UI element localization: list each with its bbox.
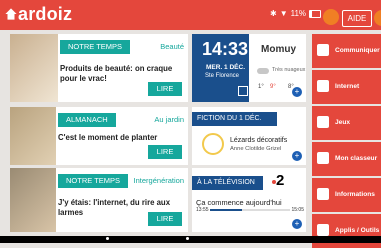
menu-item-informations[interactable]: Informations	[312, 178, 381, 212]
tv-end-time: 15:05	[291, 207, 304, 213]
weather-card[interactable]: 14:33 MER. 1 DÉC. Ste Florence Momuy Trè…	[192, 34, 306, 102]
home-nav-dot[interactable]	[186, 237, 189, 240]
card-image	[10, 34, 58, 102]
bluetooth-icon: ✱	[270, 9, 277, 18]
folder-icon	[317, 152, 329, 164]
menu-item-internet[interactable]: Internet	[312, 70, 381, 104]
fiction-card[interactable]: FICTION DU 1 DÉC. Lézards décoratifs Ann…	[192, 107, 306, 165]
tools-icon	[317, 224, 329, 236]
card-image	[10, 168, 56, 232]
read-button[interactable]: LIRE	[148, 212, 182, 226]
card-image	[10, 107, 56, 165]
menu-label: Internet	[335, 83, 360, 90]
menu-item-classeur[interactable]: Mon classeur	[312, 142, 381, 176]
menu-label: Applis / Outils	[335, 227, 380, 234]
current-date: MER. 1 DÉC.	[206, 64, 246, 71]
top-bar: ardoiz ✱ ▼ 11% AIDE	[0, 0, 381, 30]
wifi-icon: ▼	[279, 9, 288, 18]
menu-item-jeux[interactable]: Jeux	[312, 106, 381, 140]
tv-tag: À LA TÉLÉVISION	[192, 176, 263, 190]
battery-text: 11%	[290, 9, 307, 18]
tv-channel: 2	[276, 172, 285, 189]
temperature-high: 9°	[270, 84, 276, 90]
tv-card[interactable]: À LA TÉLÉVISION 2 Ça commence aujourd'hu…	[192, 168, 306, 232]
tv-program-title: Ça commence aujourd'hui	[196, 198, 282, 207]
brand-logo: ardoiz	[18, 4, 73, 24]
news-card[interactable]: NOTRE TEMPS Beauté Produits de beauté: o…	[10, 34, 188, 102]
card-category: Au jardin	[154, 115, 184, 124]
dice-icon	[317, 116, 329, 128]
news-card[interactable]: ALMANACH Au jardin C'est le moment de pl…	[10, 107, 188, 165]
tv-progress-fill	[210, 209, 242, 211]
menu-label: Jeux	[335, 119, 351, 126]
tv-progress-bar	[210, 209, 290, 211]
clock-time: 14:33	[202, 39, 249, 59]
card-tag: NOTRE TEMPS	[60, 40, 131, 54]
card-tag: ALMANACH	[58, 113, 116, 127]
book-author: Anne Clotilde Grizel	[230, 146, 282, 152]
card-category: Intergénération	[133, 176, 184, 185]
menu-label: Informations	[335, 191, 375, 198]
fiction-tag: FICTION DU 1 DÉC.	[192, 112, 277, 126]
mail-icon	[317, 44, 329, 56]
tv-start-time: 13:55	[196, 207, 209, 213]
navigation-bar	[0, 236, 381, 243]
card-tag: NOTRE TEMPS	[58, 174, 129, 188]
news-card[interactable]: NOTRE TEMPS Intergénération J'y étais: l…	[10, 168, 188, 232]
read-button[interactable]: LIRE	[148, 145, 182, 159]
home-icon[interactable]	[4, 7, 18, 21]
add-icon[interactable]: +	[292, 219, 302, 229]
temperature-low: 1°	[258, 84, 264, 90]
cloud-icon	[257, 68, 269, 74]
settings-button[interactable]	[323, 9, 339, 25]
battery-icon	[309, 9, 322, 18]
help-button[interactable]: AIDE	[342, 10, 372, 27]
side-menu: Communiquer Internet Jeux Mon classeur I…	[312, 34, 381, 248]
read-button[interactable]: LIRE	[148, 82, 182, 96]
back-nav-dot[interactable]	[106, 237, 109, 240]
menu-label: Communiquer	[335, 47, 380, 54]
account-button[interactable]	[374, 10, 381, 26]
add-icon[interactable]: +	[292, 151, 302, 161]
weather-city: Momuy	[261, 44, 296, 55]
book-title: Lézards décoratifs	[230, 137, 288, 144]
menu-label: Mon classeur	[335, 155, 378, 162]
status-bar: ✱ ▼ 11%	[270, 9, 322, 18]
card-headline: Produits de beauté: on craque pour le vr…	[60, 64, 173, 83]
saint-of-day: Ste Florence	[205, 73, 240, 79]
card-headline: C'est le moment de planter	[58, 133, 158, 142]
news-icon	[317, 188, 329, 200]
date-block: 14:33 MER. 1 DÉC. Ste Florence	[192, 34, 249, 102]
book-thumbnail	[202, 133, 224, 155]
menu-item-communiquer[interactable]: Communiquer	[312, 34, 381, 68]
card-category: Beauté	[160, 42, 184, 51]
calendar-icon[interactable]	[238, 86, 248, 96]
weather-description: Très nuageux	[272, 67, 306, 73]
add-icon[interactable]: +	[292, 87, 302, 97]
globe-icon	[317, 80, 329, 92]
